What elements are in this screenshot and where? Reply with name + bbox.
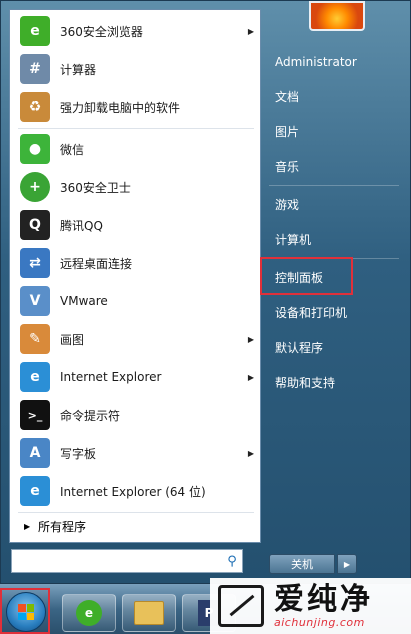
- right-item-label: 默认程序: [275, 340, 324, 355]
- program-item-internet-explorer-64[interactable]: e Internet Explorer (64 位): [14, 472, 258, 510]
- folder-icon: [134, 601, 164, 625]
- program-item-wechat[interactable]: ● 微信: [14, 130, 258, 168]
- shutdown-options-arrow-icon[interactable]: ▶: [337, 554, 357, 574]
- right-item-pictures[interactable]: 图片: [269, 117, 399, 145]
- brand-logo-icon: [218, 585, 264, 627]
- program-label: 写字板: [60, 446, 97, 461]
- taskbar-360-browser[interactable]: e: [62, 594, 116, 632]
- right-item-label: 图片: [275, 124, 300, 139]
- site-watermark: 爱纯净 aichunjing.com: [210, 578, 411, 634]
- program-label: 微信: [60, 142, 85, 157]
- program-label: 命令提示符: [60, 408, 121, 423]
- 360-browser-icon: e: [76, 600, 102, 626]
- vmware-icon: V: [20, 286, 50, 316]
- separator: [269, 185, 399, 186]
- program-item-calculator[interactable]: # 计算器: [14, 50, 258, 88]
- qq-penguin-icon: Q: [20, 210, 50, 240]
- right-item-documents[interactable]: 文档: [269, 82, 399, 110]
- right-item-label: 文档: [275, 89, 300, 104]
- right-item-label: 音乐: [275, 159, 300, 174]
- search-box[interactable]: ⚲: [11, 549, 243, 573]
- search-icon[interactable]: ⚲: [222, 554, 242, 569]
- start-button-highlight-box: [0, 588, 50, 634]
- right-item-devices-printers[interactable]: 设备和打印机: [269, 298, 399, 326]
- program-item-qq[interactable]: Q 腾讯QQ: [14, 206, 258, 244]
- program-item-360-guard[interactable]: + 360安全卫士: [14, 168, 258, 206]
- program-item-command-prompt[interactable]: >_ 命令提示符: [14, 396, 258, 434]
- uninstall-box-icon: ♻: [20, 92, 50, 122]
- program-label: Internet Explorer: [60, 370, 162, 384]
- all-programs-label: 所有程序: [38, 519, 87, 534]
- program-label: 画图: [60, 332, 85, 347]
- right-item-label: 设备和打印机: [275, 305, 348, 320]
- control-panel-highlight-box: [260, 257, 353, 295]
- right-item-label: 帮助和支持: [275, 375, 336, 390]
- right-item-label: Administrator: [275, 55, 357, 69]
- program-label: 腾讯QQ: [60, 218, 103, 233]
- right-item-label: 计算机: [275, 232, 312, 247]
- internet-explorer-icon: e: [20, 362, 50, 392]
- right-item-default-programs[interactable]: 默认程序: [269, 333, 399, 361]
- programs-pane: e 360安全浏览器 ▶ # 计算器 ♻ 强力卸载电脑中的软件 ● 微信 + 3…: [9, 9, 261, 543]
- wordpad-icon: A: [20, 438, 50, 468]
- program-item-wordpad[interactable]: A 写字板 ▶: [14, 434, 258, 472]
- paint-palette-icon: ✎: [20, 324, 50, 354]
- program-item-internet-explorer[interactable]: e Internet Explorer ▶: [14, 358, 258, 396]
- right-item-help-support[interactable]: 帮助和支持: [269, 368, 399, 396]
- submenu-arrow-icon[interactable]: ▶: [246, 27, 256, 36]
- separator: [18, 128, 254, 129]
- program-item-vmware[interactable]: V VMware: [14, 282, 258, 320]
- submenu-arrow-icon[interactable]: ▶: [246, 335, 256, 344]
- shutdown-button[interactable]: 关机: [269, 554, 335, 574]
- internet-explorer-icon: e: [20, 476, 50, 506]
- program-item-uninstaller[interactable]: ♻ 强力卸载电脑中的软件: [14, 88, 258, 126]
- watermark-text: 爱纯净 aichunjing.com: [274, 581, 373, 629]
- taskbar-file-explorer[interactable]: [122, 594, 176, 632]
- triangle-right-icon: ▶: [24, 521, 31, 531]
- right-item-label: 游戏: [275, 197, 300, 212]
- 360-browser-icon: e: [20, 16, 50, 46]
- program-label: Internet Explorer (64 位): [60, 484, 206, 499]
- command-prompt-icon: >_: [20, 400, 50, 430]
- program-label: 远程桌面连接: [60, 256, 133, 271]
- user-avatar[interactable]: [309, 1, 365, 31]
- 360-guard-icon: +: [20, 172, 50, 202]
- program-item-remote-desktop[interactable]: ⇄ 远程桌面连接: [14, 244, 258, 282]
- wechat-icon: ●: [20, 134, 50, 164]
- right-item-computer[interactable]: 计算机: [269, 225, 399, 253]
- right-item-administrator[interactable]: Administrator: [269, 48, 399, 76]
- separator: [18, 512, 254, 513]
- watermark-url: aichunjing.com: [274, 615, 365, 629]
- program-item-paint[interactable]: ✎ 画图 ▶: [14, 320, 258, 358]
- submenu-arrow-icon[interactable]: ▶: [246, 373, 256, 382]
- search-input[interactable]: [12, 550, 222, 572]
- program-label: 360安全浏览器: [60, 24, 143, 39]
- start-menu: e 360安全浏览器 ▶ # 计算器 ♻ 强力卸载电脑中的软件 ● 微信 + 3…: [0, 0, 411, 584]
- program-label: 计算器: [60, 62, 97, 77]
- program-label: 360安全卫士: [60, 180, 131, 195]
- submenu-arrow-icon[interactable]: ▶: [246, 449, 256, 458]
- program-item-360-browser[interactable]: e 360安全浏览器 ▶: [14, 12, 258, 50]
- program-label: VMware: [60, 294, 108, 308]
- calculator-icon: #: [20, 54, 50, 84]
- program-label: 强力卸载电脑中的软件: [60, 100, 181, 115]
- watermark-brand: 爱纯净: [274, 581, 373, 617]
- all-programs-button[interactable]: ▶ 所有程序: [14, 515, 258, 537]
- shutdown-label: 关机: [291, 558, 313, 571]
- remote-desktop-icon: ⇄: [20, 248, 50, 278]
- right-item-games[interactable]: 游戏: [269, 190, 399, 218]
- right-item-music[interactable]: 音乐: [269, 152, 399, 180]
